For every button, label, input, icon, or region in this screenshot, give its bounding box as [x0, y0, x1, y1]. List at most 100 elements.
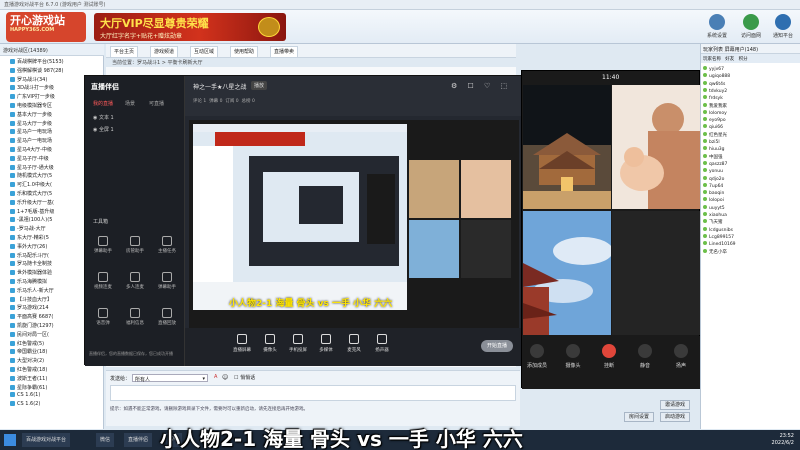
user-row[interactable]: Lcg899157	[703, 233, 799, 241]
invite-game-button[interactable]: 邀请游戏	[660, 400, 690, 410]
participant-tile-4[interactable]	[612, 211, 700, 335]
scene-item[interactable]: ◉ 文本 1	[93, 114, 114, 123]
user-row[interactable]: lcdgusnibs	[703, 226, 799, 234]
user-row[interactable]: yyjv67	[703, 66, 799, 73]
tree-item-label: 星马子厅-通大级	[17, 164, 54, 171]
user-row[interactable]: lolomoy	[703, 109, 799, 117]
speaker-toggle-button[interactable]: 扬声	[666, 344, 696, 369]
tree-item[interactable]: CS 1.6(2)	[10, 401, 100, 409]
tree-item-label: 红色警戒(18)	[17, 367, 48, 373]
users-icon	[130, 272, 140, 282]
mute-button[interactable]: 静音	[630, 344, 660, 369]
whisper-checkbox[interactable]: ☐ 悄悄话	[234, 374, 255, 381]
system-clock[interactable]: 23:52 2022/6/2	[772, 433, 794, 447]
tool-video-link[interactable]: 视频连麦	[89, 272, 117, 294]
participant-tile-1[interactable]	[523, 85, 611, 209]
notify-label: 通知平台	[772, 33, 793, 39]
camera-button[interactable]: 摄像头	[259, 334, 281, 353]
participant-tile-3[interactable]	[523, 211, 611, 335]
tree-item[interactable]: 红色警戒(18)	[10, 366, 100, 374]
participant-tile-2[interactable]	[612, 85, 700, 209]
send-to-select[interactable]: 所有人 ▾	[132, 374, 208, 383]
user-row[interactable]: 我爱我家	[703, 102, 799, 110]
windows-start-icon[interactable]	[4, 434, 16, 446]
tool-danmu[interactable]: 弹幕助手	[89, 236, 117, 258]
task-app-2[interactable]: 微信	[96, 433, 115, 447]
user-row[interactable]: Lined10169	[703, 241, 799, 248]
scene-item[interactable]: ◉ 全屏 1	[93, 126, 114, 135]
banner-title: 大厅VIP尽显尊贵荣耀	[100, 17, 209, 30]
start-game-button[interactable]: 启动游戏	[660, 412, 690, 422]
user-row[interactable]: qiui66	[703, 124, 799, 131]
speaker-button[interactable]: 扬声器	[371, 334, 393, 353]
hang-up-button[interactable]: 挂断	[594, 344, 624, 369]
tree-item[interactable]: CS 1.6(1)	[10, 392, 100, 400]
system-settings-button[interactable]: 系统设置	[700, 14, 734, 42]
user-row[interactable]: 中国强	[703, 153, 799, 161]
user-row[interactable]: qaszz87	[703, 160, 799, 168]
room-settings-button[interactable]: 房间设置	[624, 412, 654, 422]
tab-live-sale[interactable]: 直播带卖	[270, 46, 299, 57]
tree-item[interactable]: 星际争霸(61)	[10, 384, 100, 392]
user-row[interactable]: ugiqo888	[703, 73, 799, 80]
tool-danmu-2[interactable]: 弹幕助手	[153, 272, 181, 294]
tab-scenes[interactable]: 场景	[125, 100, 135, 107]
tab-my-live[interactable]: 我的直播	[93, 100, 113, 107]
tree-item[interactable]: 强棋解棋谈 987(28)	[10, 67, 100, 75]
screen-capture-button[interactable]: 直播屏幕	[231, 334, 253, 353]
tool-tasks[interactable]: 主播任务	[153, 236, 181, 258]
user-row[interactable]: xiaohua	[703, 212, 799, 219]
tree-item[interactable]: 波斯王者(11)	[10, 375, 100, 383]
col-name: 玩家名称	[703, 57, 721, 62]
top-icons[interactable]: ⚙ ☐ ♡ ⬚	[451, 82, 515, 92]
tab-game-channel[interactable]: 游戏频道	[150, 46, 179, 57]
notify-button[interactable]: 通知平台	[766, 14, 800, 42]
tool-room-admin[interactable]: 房管助手	[121, 236, 149, 258]
start-live-button[interactable]: 开始直播	[481, 340, 513, 352]
tab-help[interactable]: 使用帮助	[230, 46, 259, 57]
tab-interactive[interactable]: 互动区域	[190, 46, 219, 57]
add-member-button[interactable]: 添加成员	[522, 344, 552, 369]
user-row[interactable]: baoqin	[703, 190, 799, 197]
user-row[interactable]: qw6t4s	[703, 80, 799, 88]
task-app-3[interactable]: 直播伴侣	[124, 433, 153, 447]
user-row[interactable]: frdsyk	[703, 95, 799, 102]
stream-preview[interactable]: 小人物2-1 海量 骨头 vs 一手 小华 六六	[189, 120, 519, 328]
tool-replay[interactable]: 直播回放	[153, 308, 181, 330]
tool-multi-link[interactable]: 多人连麦	[121, 272, 149, 294]
user-row[interactable]: eyo9po	[703, 117, 799, 124]
user-list-columns: 玩家名称 好友 积分	[701, 54, 800, 63]
tool-welfare[interactable]: 福利信息	[121, 308, 149, 330]
user-row[interactable]: 无名小卒	[703, 248, 799, 256]
user-row[interactable]: hiuu3g	[703, 146, 799, 153]
user-row[interactable]: 飞天猪	[703, 219, 799, 226]
emoji-icon[interactable]: ☺	[222, 374, 228, 381]
user-row[interactable]: tdvkuy2	[703, 87, 799, 95]
user-row[interactable]: lolopoi	[703, 197, 799, 204]
task-icon	[162, 236, 172, 246]
btn-label: 摄像头	[263, 348, 277, 353]
app-logo: 开心游戏站 HAPPY365.COM	[6, 12, 86, 42]
font-icon[interactable]: A	[214, 374, 217, 380]
visit-web-button[interactable]: 访问面网	[734, 14, 768, 42]
chat-input[interactable]	[110, 385, 516, 401]
media-button[interactable]: 多媒体	[315, 334, 337, 353]
task-app-1[interactable]: 百战游戏对战平台	[22, 433, 71, 447]
tool-voice[interactable]: 语音弹	[89, 308, 117, 330]
call-grid	[523, 85, 700, 335]
tab-home[interactable]: 平台主页	[110, 46, 139, 57]
user-row[interactable]: 7up64	[703, 182, 799, 190]
vip-banner[interactable]: 大厅VIP尽显尊贵荣耀 大厅红字名字+贴花+赠炫勋章	[94, 13, 286, 41]
user-row[interactable]: yonuu	[703, 168, 799, 175]
phone-cast-button[interactable]: 手机投屏	[287, 334, 309, 353]
speaker-icon	[674, 344, 688, 358]
user-row[interactable]: bzi5l	[703, 139, 799, 146]
call-camera-button[interactable]: 摄像头	[558, 344, 588, 369]
user-row[interactable]: uuyyt5	[703, 204, 799, 212]
user-row[interactable]: 红色星光	[703, 131, 799, 139]
tab-streamable[interactable]: 可直播	[149, 100, 164, 107]
mic-button[interactable]: 麦克风	[343, 334, 365, 353]
room-icon	[10, 155, 15, 161]
user-row[interactable]: qdjo2o	[703, 175, 799, 183]
tree-item[interactable]: 百战棋牌平台(5153)	[10, 58, 100, 66]
